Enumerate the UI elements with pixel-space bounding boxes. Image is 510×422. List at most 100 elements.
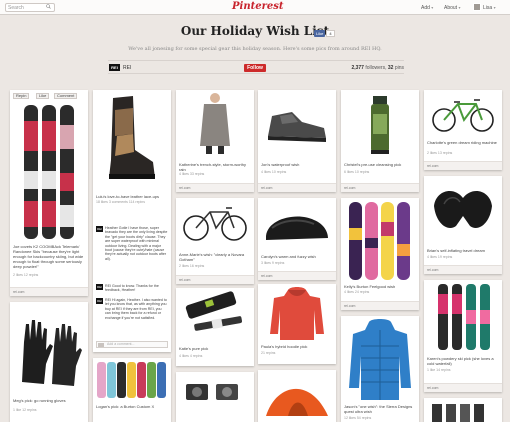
- facebook-like-button[interactable]: Like: [314, 30, 326, 37]
- pin-caption: Lulu's love-to-have leather lace-ups: [96, 194, 160, 199]
- skis-image: [10, 101, 88, 241]
- pin-source[interactable]: rei.com: [341, 183, 419, 192]
- like-count: 4: [326, 30, 335, 37]
- pin-source[interactable]: rei.com: [10, 287, 88, 296]
- pin-stats: 4 likes 19 repins: [427, 255, 453, 259]
- pin-source[interactable]: rei.com: [258, 271, 336, 280]
- pin-source[interactable]: rei.com: [424, 383, 502, 392]
- pin-source[interactable]: rei.com: [176, 183, 254, 192]
- pin-card[interactable]: Katie's pure pick 4 likes 4 repins: [176, 288, 254, 366]
- chevron-down-icon: ▾: [493, 5, 496, 10]
- nav-user[interactable]: Lisa ▾: [483, 3, 496, 13]
- commenter-avatar[interactable]: REI: [96, 298, 103, 304]
- pinterest-logo[interactable]: Pinterest: [232, 1, 283, 13]
- pin-stats: 18 likes 3 comments 114 repins: [96, 200, 145, 204]
- search-icon[interactable]: [46, 4, 51, 9]
- pin-card[interactable]: Lulu's love-to-have leather lace-ups 18 …: [93, 90, 171, 352]
- pin-caption: Anne-Marie's wish: "clearly a Novara Got…: [179, 252, 245, 262]
- commenter-avatar[interactable]: REI: [96, 284, 103, 290]
- chevron-down-icon: ▾: [431, 5, 434, 10]
- pin-caption: Logan's pick: a Burton Custom X: [96, 404, 155, 409]
- pin-card[interactable]: [424, 398, 502, 422]
- pin-card[interactable]: Katherine's trench-style, storm-worthy r…: [176, 90, 254, 192]
- board-owner[interactable]: REI: [123, 65, 131, 71]
- pin-card[interactable]: Logan's pick: a Burton Custom X: [93, 358, 171, 422]
- pin-card[interactable]: Anne-Marie's wish: "clearly a Novara Got…: [176, 198, 254, 284]
- repin-button[interactable]: Repin: [13, 93, 30, 99]
- pin-caption: Brian's self-inflating travel dream: [427, 248, 485, 253]
- board-info-bar: REI REI Follow 2,377 followers, 32 pins: [108, 60, 404, 74]
- pin-stats: 4 likes 4 repins: [179, 354, 203, 358]
- pin-stats: 4 likes 33 repins: [179, 172, 205, 176]
- pin-card[interactable]: [258, 370, 336, 422]
- pin-source[interactable]: rei.com: [341, 301, 419, 310]
- pin-stats: 1 like 14 repins: [427, 368, 451, 372]
- pin-source[interactable]: rei.com: [176, 275, 254, 284]
- pin-stats: 2 likes 12 repins: [13, 273, 39, 277]
- pin-card[interactable]: Meg's pick: go running gloves 1 like 12 …: [10, 302, 88, 422]
- board-stats: 2,377 followers, 32 pins: [351, 65, 404, 71]
- pin-source[interactable]: rei.com: [424, 161, 502, 170]
- hoodie-image: [258, 284, 336, 342]
- pin-card[interactable]: Brian's self-inflating travel dream 4 li…: [424, 176, 502, 274]
- snowboards-image: [341, 198, 419, 284]
- pin-caption: Jon's waterproof wish: [261, 162, 300, 167]
- pin-stats: 2 likes 13 repins: [427, 151, 453, 155]
- comment-button[interactable]: Comment: [54, 93, 78, 99]
- pin-card[interactable]: [176, 372, 254, 422]
- top-bar: Search Pinterest Add ▾ About ▾ Lisa ▾: [0, 0, 510, 15]
- tent-image: [258, 370, 336, 422]
- pin-card[interactable]: Jason's "one wish": the Sierra Designs q…: [341, 316, 419, 422]
- pin-caption: Paula's hybrid hoodie pick: [261, 344, 308, 349]
- pin-card[interactable]: Paula's hybrid hoodie pick 21 repins: [258, 284, 336, 364]
- commenter-avatar[interactable]: REI: [96, 226, 103, 232]
- pin-stats: 4 likes 10 repins: [261, 170, 287, 174]
- travel-pillow-image: [424, 176, 502, 246]
- pin-card[interactable]: Karen's powdery ski pick (she loves a co…: [424, 280, 502, 392]
- boots-image: [93, 90, 171, 190]
- pin-caption: Christel's pre-use cleansing pick: [344, 162, 402, 167]
- camera-image: [176, 372, 254, 422]
- facebook-like-widget[interactable]: Like 4: [314, 30, 335, 37]
- gloves-image: [10, 302, 88, 394]
- green-bike-image: [424, 90, 502, 138]
- like-button[interactable]: Like: [36, 93, 50, 99]
- rei-logo[interactable]: REI: [109, 64, 120, 71]
- skis-pink-image: [424, 280, 502, 354]
- pin-card[interactable]: Carolyn's warm and fuzzy wish 3 likes 9 …: [258, 198, 336, 280]
- avatar[interactable]: [473, 3, 481, 11]
- shoes-image: [258, 90, 336, 156]
- pin-caption: Katherine's trench-style, storm-worthy r…: [179, 162, 247, 172]
- add-comment-input[interactable]: Add a comment...: [96, 341, 168, 348]
- pin-card[interactable]: Kelly's Burton Feelgood wish 4 likes 24 …: [341, 198, 419, 310]
- comment: REI REI Hi again, Heather. I also wanted…: [96, 298, 167, 320]
- water-purifier-image: [341, 90, 419, 160]
- pin-stats: 3 likes 9 repins: [261, 261, 285, 265]
- pin-source[interactable]: rei.com: [258, 183, 336, 192]
- pin-card[interactable]: Jon's waterproof wish 4 likes 10 repins …: [258, 90, 336, 192]
- pin-caption: Carolyn's warm and fuzzy wish: [261, 254, 316, 259]
- pin-card[interactable]: Charlotte's green dream riding machine 2…: [424, 90, 502, 170]
- pin-stats: 6 likes 10 repins: [344, 170, 370, 174]
- comment: REI REI Good to know. Thanks for the fee…: [96, 284, 159, 293]
- board-title: Our Holiday Wish List: [180, 24, 330, 38]
- comment: REI Heather Gotle I have those, super br…: [96, 226, 168, 261]
- nav-about[interactable]: About ▾: [444, 3, 460, 13]
- pin-caption: Joe covets K2 COOMBAck Telemark/ Randone…: [13, 244, 84, 269]
- pin-stats: 4 likes 24 repins: [344, 290, 370, 294]
- pin-card[interactable]: Christel's pre-use cleansing pick 6 like…: [341, 90, 419, 192]
- pin-card[interactable]: Repin Like Comment Joe covets K2 COOMBAc…: [10, 90, 88, 296]
- boots-row-image: [424, 398, 502, 422]
- board-description: We've all jonesing for some special gear…: [128, 46, 382, 52]
- pin-caption: Katie's pure pick: [179, 346, 209, 351]
- pin-stats: 1 like 12 repins: [13, 408, 37, 412]
- bike-image: [176, 198, 254, 248]
- pin-source[interactable]: rei.com: [424, 265, 502, 274]
- pin-stats: 12 likes 54 repins: [344, 416, 372, 420]
- pin-caption: Meg's pick: go running gloves: [13, 398, 66, 403]
- bottle-pouch-image: [176, 288, 254, 344]
- pin-stats: 21 repins: [261, 351, 276, 355]
- nav-add[interactable]: Add ▾: [421, 3, 433, 13]
- follow-button[interactable]: Follow: [244, 64, 266, 72]
- pin-caption: Charlotte's green dream riding machine: [427, 140, 497, 145]
